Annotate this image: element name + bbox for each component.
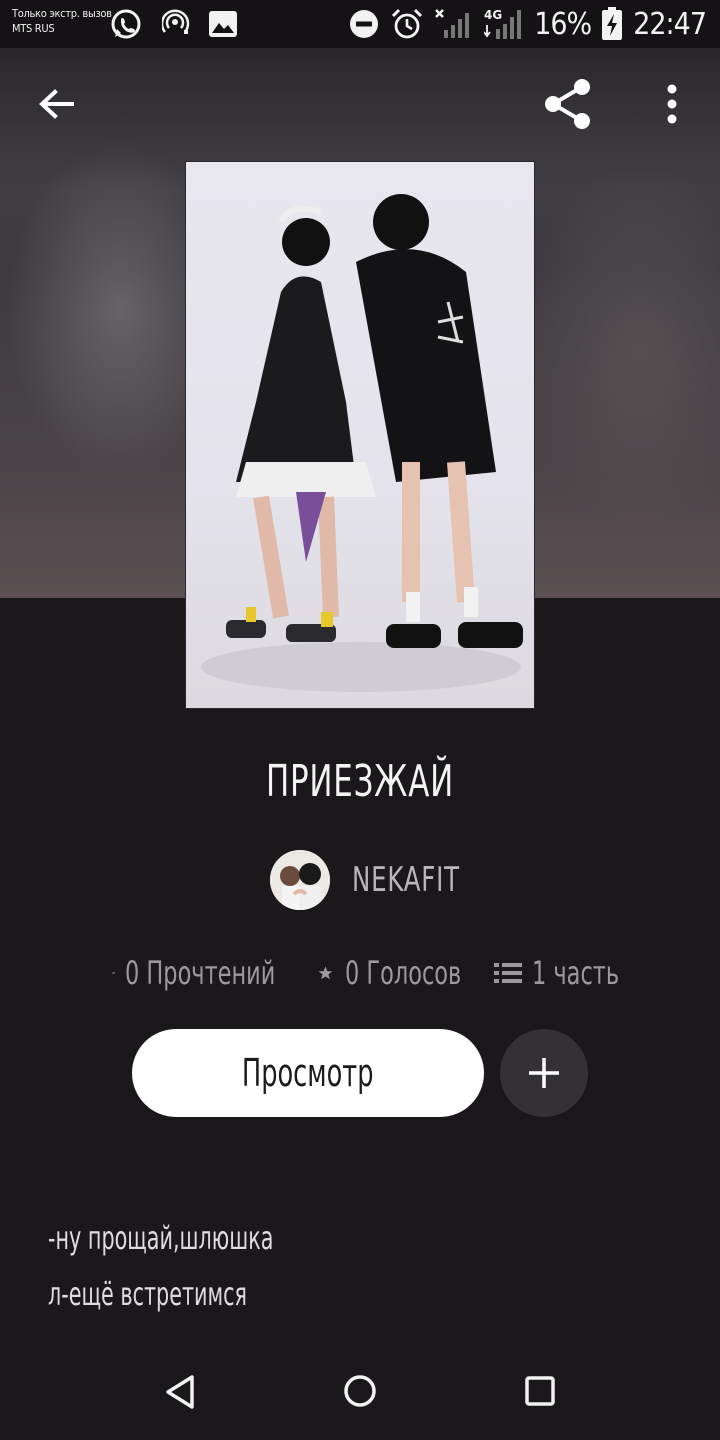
story-stats: 0 Прочтений 0 Голосов 1 часть bbox=[112, 950, 644, 996]
story-description: -ну прощай,шлюшка л-ещё встретимся bbox=[48, 1210, 361, 1322]
nav-recents-button[interactable] bbox=[525, 1376, 555, 1406]
system-navigation-bar bbox=[0, 1356, 720, 1440]
nav-home-button[interactable] bbox=[343, 1374, 377, 1408]
share-button[interactable] bbox=[542, 78, 594, 130]
avatar-image bbox=[270, 850, 330, 910]
read-button-label: Просмотр bbox=[242, 1051, 374, 1095]
whatsapp-icon bbox=[111, 9, 141, 39]
clock: 22:47 bbox=[633, 6, 707, 42]
description-line: л-ещё встретимся bbox=[48, 1275, 248, 1313]
author-name[interactable]: NEKAFIT bbox=[352, 860, 460, 900]
back-button[interactable] bbox=[36, 84, 76, 124]
battery-icon bbox=[602, 7, 623, 40]
eye-icon bbox=[112, 972, 116, 974]
more-options-button[interactable] bbox=[660, 84, 684, 124]
add-to-library-button[interactable] bbox=[500, 1029, 588, 1117]
reads-count: 0 Прочтений bbox=[125, 954, 276, 992]
carrier-info: Только экстр. вызов MTS RUS bbox=[12, 7, 112, 35]
battery-percent: 16% bbox=[534, 6, 592, 42]
reads-stat: 0 Прочтений bbox=[112, 954, 318, 992]
read-button[interactable]: Просмотр bbox=[132, 1029, 484, 1117]
star-icon bbox=[318, 966, 333, 980]
svg-text:4G: 4G bbox=[484, 8, 502, 22]
cover-illustration bbox=[201, 194, 523, 692]
no-signal-icon bbox=[435, 9, 470, 38]
author-row[interactable]: NEKAFIT bbox=[270, 848, 487, 912]
status-right: 4G 16% 22:47 bbox=[348, 6, 707, 42]
parts-count[interactable]: 1 часть bbox=[532, 954, 619, 992]
story-title: ПРИЕЗЖАЙ bbox=[266, 756, 454, 807]
votes-stat: 0 Голосов bbox=[318, 954, 494, 992]
alarm-icon bbox=[392, 8, 423, 39]
votes-count: 0 Голосов bbox=[344, 954, 462, 992]
nav-back-button[interactable] bbox=[164, 1374, 196, 1410]
plus-icon bbox=[529, 1058, 559, 1088]
signal-icon: 4G bbox=[484, 8, 522, 39]
image-icon bbox=[209, 11, 237, 37]
status-bar: Только экстр. вызов MTS RUS 4G 16% 22:47 bbox=[0, 0, 720, 48]
description-line: -ну прощай,шлюшка bbox=[48, 1219, 274, 1257]
parts-stat[interactable]: 1 часть bbox=[494, 954, 644, 992]
story-cover-image[interactable] bbox=[185, 161, 535, 709]
hotspot-icon bbox=[162, 9, 190, 34]
list-icon bbox=[494, 963, 522, 983]
avatar[interactable] bbox=[270, 850, 330, 910]
dnd-icon bbox=[350, 10, 379, 38]
